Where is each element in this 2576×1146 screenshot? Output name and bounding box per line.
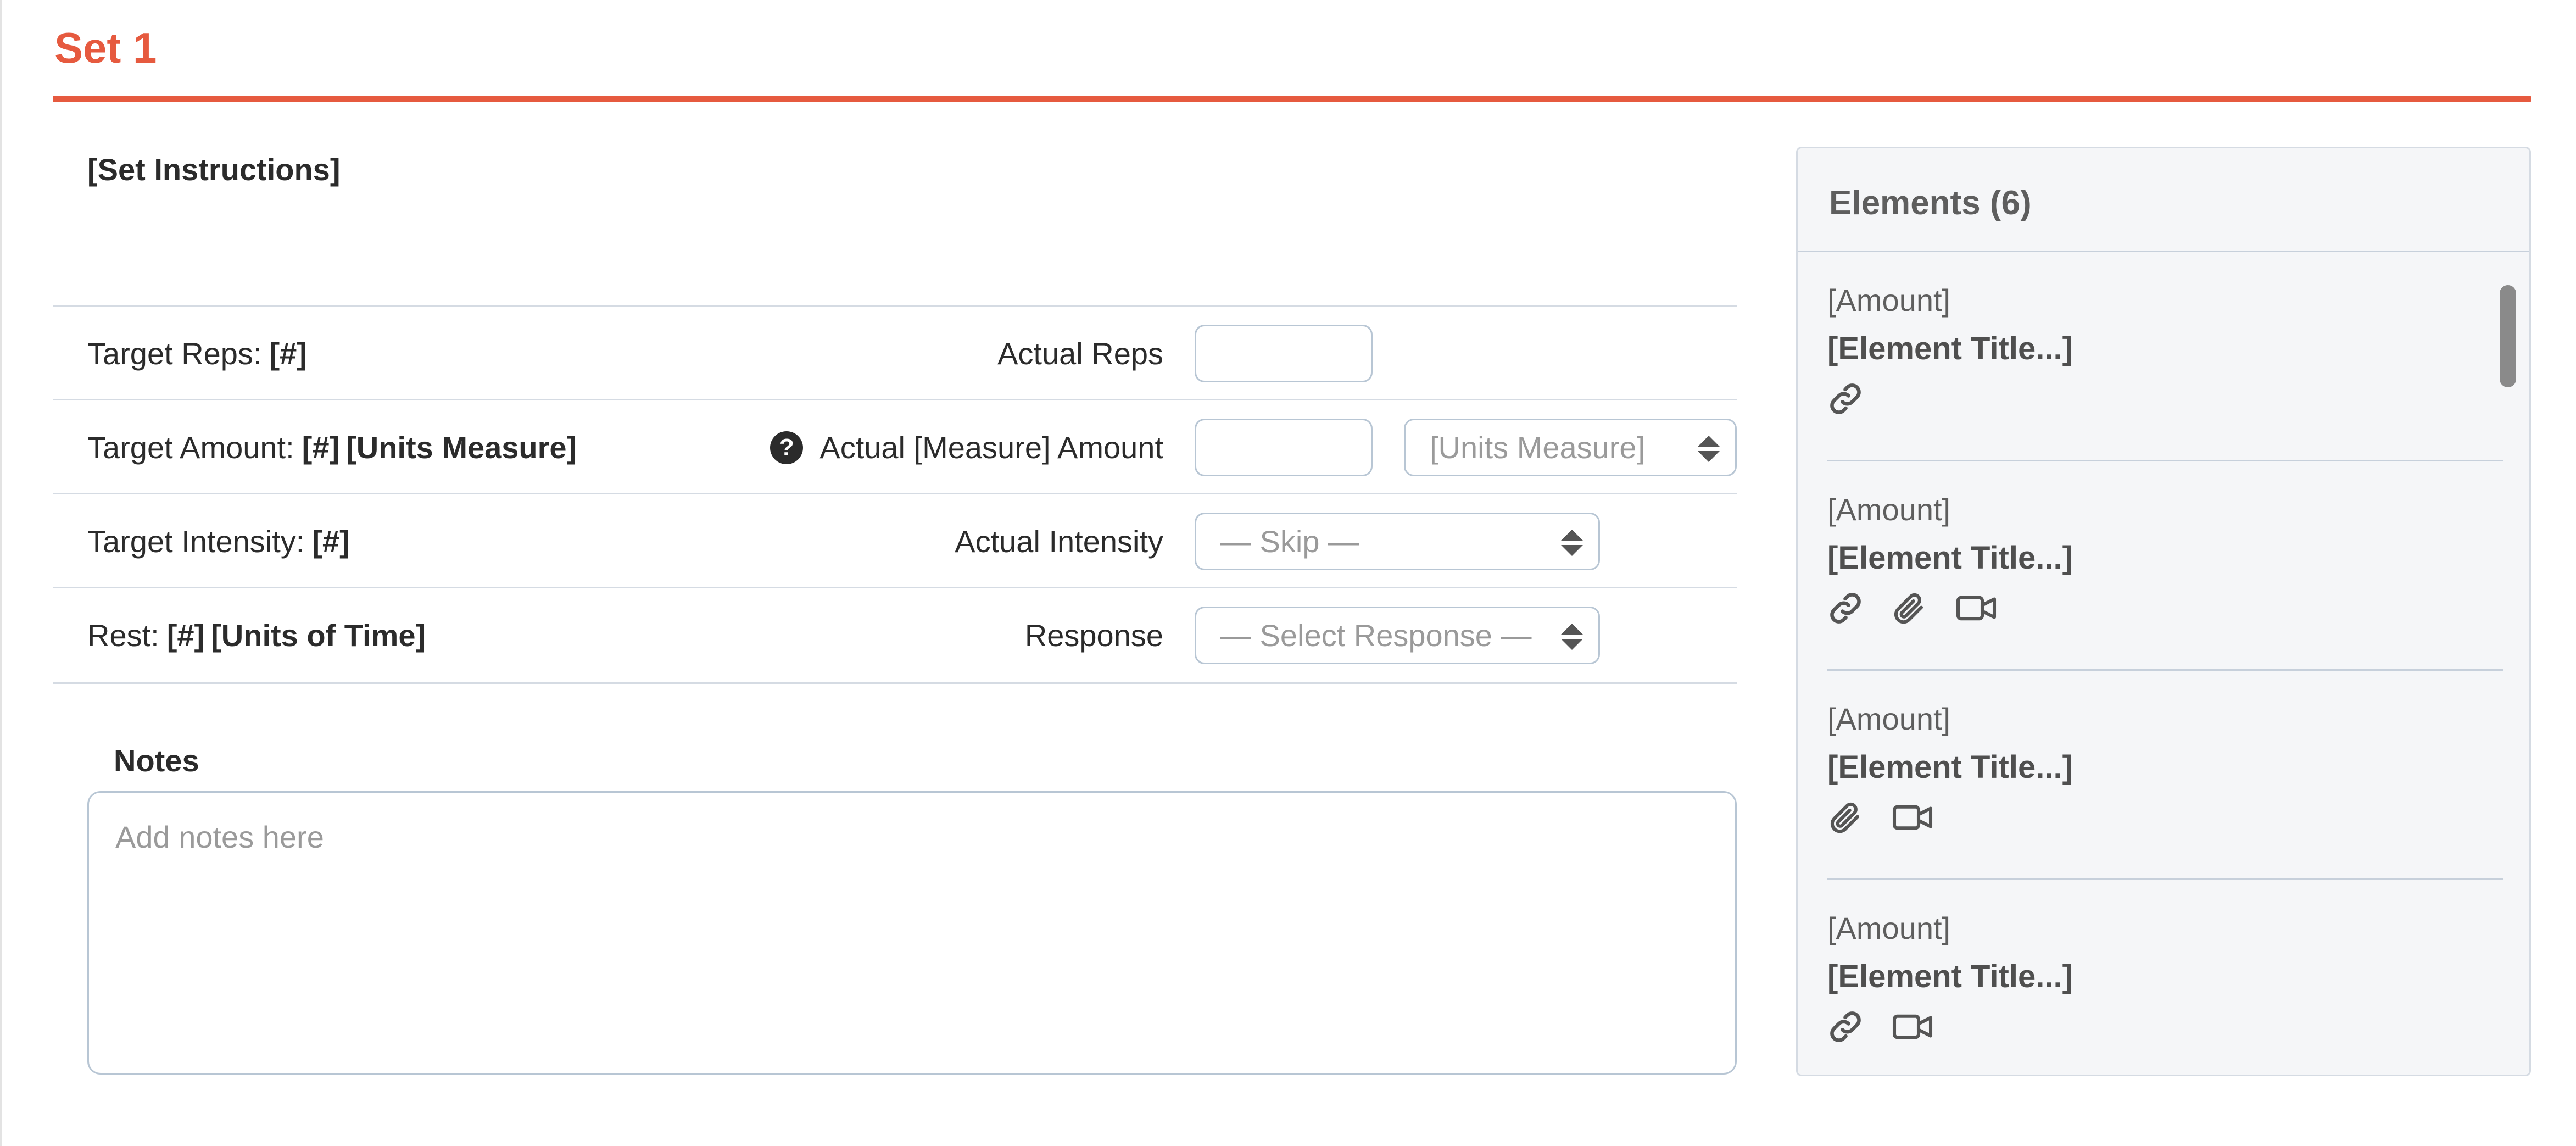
intensity-row: Target Intensity: [#] Actual Intensity —…	[53, 493, 1737, 588]
actual-intensity-select-value: — Skip —	[1220, 524, 1359, 559]
element-item[interactable]: [Amount] [Element Title...]	[1827, 461, 2503, 671]
target-reps-label: Target Reps:	[87, 336, 262, 371]
target-rest: Rest: [#] [Units of Time]	[87, 588, 426, 682]
link-icon[interactable]	[1827, 381, 1864, 417]
actual-reps-input[interactable]	[1195, 325, 1373, 382]
target-amount-units: [Units Measure]	[346, 430, 577, 465]
element-amount: [Amount]	[1827, 702, 1951, 736]
elements-list: [Amount] [Element Title...] [Amount] [El…	[1798, 252, 2529, 1075]
units-measure-select-value: [Units Measure]	[1430, 430, 1646, 465]
element-title[interactable]: [Element Title...]	[1827, 958, 2073, 995]
actual-intensity-label: Actual Intensity	[955, 524, 1163, 559]
target-amount-label: Target Amount:	[87, 430, 294, 465]
target-amount-value: [#]	[302, 430, 340, 465]
element-title[interactable]: [Element Title...]	[1827, 539, 2073, 576]
paperclip-icon[interactable]	[1891, 590, 1927, 626]
notes-label: Notes	[114, 743, 199, 778]
paperclip-icon[interactable]	[1827, 799, 1864, 836]
target-reps-value: [#]	[269, 336, 307, 371]
notes-placeholder: Add notes here	[115, 820, 324, 854]
element-icons	[1827, 590, 1998, 626]
response-select[interactable]: — Select Response —	[1195, 607, 1600, 664]
notes-textarea[interactable]: Add notes here	[87, 791, 1737, 1075]
element-amount: [Amount]	[1827, 283, 1951, 318]
rest-label: Rest:	[87, 618, 159, 653]
actual-reps-label: Actual Reps	[997, 336, 1163, 371]
element-icons	[1827, 1009, 1934, 1045]
video-icon[interactable]	[1891, 799, 1934, 836]
amount-row: Target Amount: [#] [Units Measure] ? Act…	[53, 399, 1737, 494]
target-amount: Target Amount: [#] [Units Measure]	[87, 400, 577, 494]
updown-arrows-icon	[1561, 530, 1583, 556]
target-intensity-label: Target Intensity:	[87, 524, 305, 559]
set-title: Set 1	[54, 24, 157, 72]
rest-value: [#]	[166, 618, 205, 653]
actual-intensity-select[interactable]: — Skip —	[1195, 513, 1600, 570]
elements-panel-header: Elements (6)	[1798, 148, 2529, 252]
link-icon[interactable]	[1827, 590, 1864, 626]
element-item[interactable]: [Amount] [Element Title...]	[1827, 671, 2503, 880]
rest-row: Rest: [#] [Units of Time] Response — Sel…	[53, 587, 1737, 684]
response-select-value: — Select Response —	[1220, 618, 1532, 653]
actual-amount-input[interactable]	[1195, 419, 1373, 476]
units-measure-select[interactable]: [Units Measure]	[1404, 419, 1737, 476]
video-icon[interactable]	[1891, 1009, 1934, 1045]
target-reps: Target Reps: [#]	[87, 307, 307, 400]
target-intensity: Target Intensity: [#]	[87, 494, 350, 588]
question-circle-icon[interactable]: ?	[770, 431, 804, 464]
element-item[interactable]: [Amount] [Element Title...]	[1827, 880, 2503, 1075]
elements-panel-title: Elements (6)	[1829, 184, 2032, 222]
element-icons	[1827, 799, 1934, 836]
response-label: Response	[1024, 618, 1163, 653]
scrollbar-thumb[interactable]	[2500, 285, 2516, 387]
actual-amount-label: Actual [Measure] Amount	[819, 430, 1163, 465]
title-divider	[53, 96, 2531, 102]
element-title[interactable]: [Element Title...]	[1827, 749, 2073, 786]
set-instructions: [Set Instructions]	[87, 152, 341, 187]
elements-panel: Elements (6) [Amount] [Element Title...]…	[1796, 147, 2531, 1076]
rest-units: [Units of Time]	[211, 618, 426, 653]
element-amount: [Amount]	[1827, 492, 1951, 527]
video-icon[interactable]	[1955, 590, 1998, 626]
element-title[interactable]: [Element Title...]	[1827, 330, 2073, 367]
page-edge	[0, 0, 2, 1146]
reps-row: Target Reps: [#] Actual Reps	[53, 305, 1737, 400]
updown-arrows-icon	[1698, 436, 1720, 462]
target-intensity-value: [#]	[312, 524, 350, 559]
actual-amount: ? Actual [Measure] Amount	[770, 400, 1163, 494]
updown-arrows-icon	[1561, 624, 1583, 650]
element-item[interactable]: [Amount] [Element Title...]	[1827, 252, 2503, 461]
element-icons	[1827, 381, 1864, 417]
link-icon[interactable]	[1827, 1009, 1864, 1045]
element-amount: [Amount]	[1827, 911, 1951, 945]
